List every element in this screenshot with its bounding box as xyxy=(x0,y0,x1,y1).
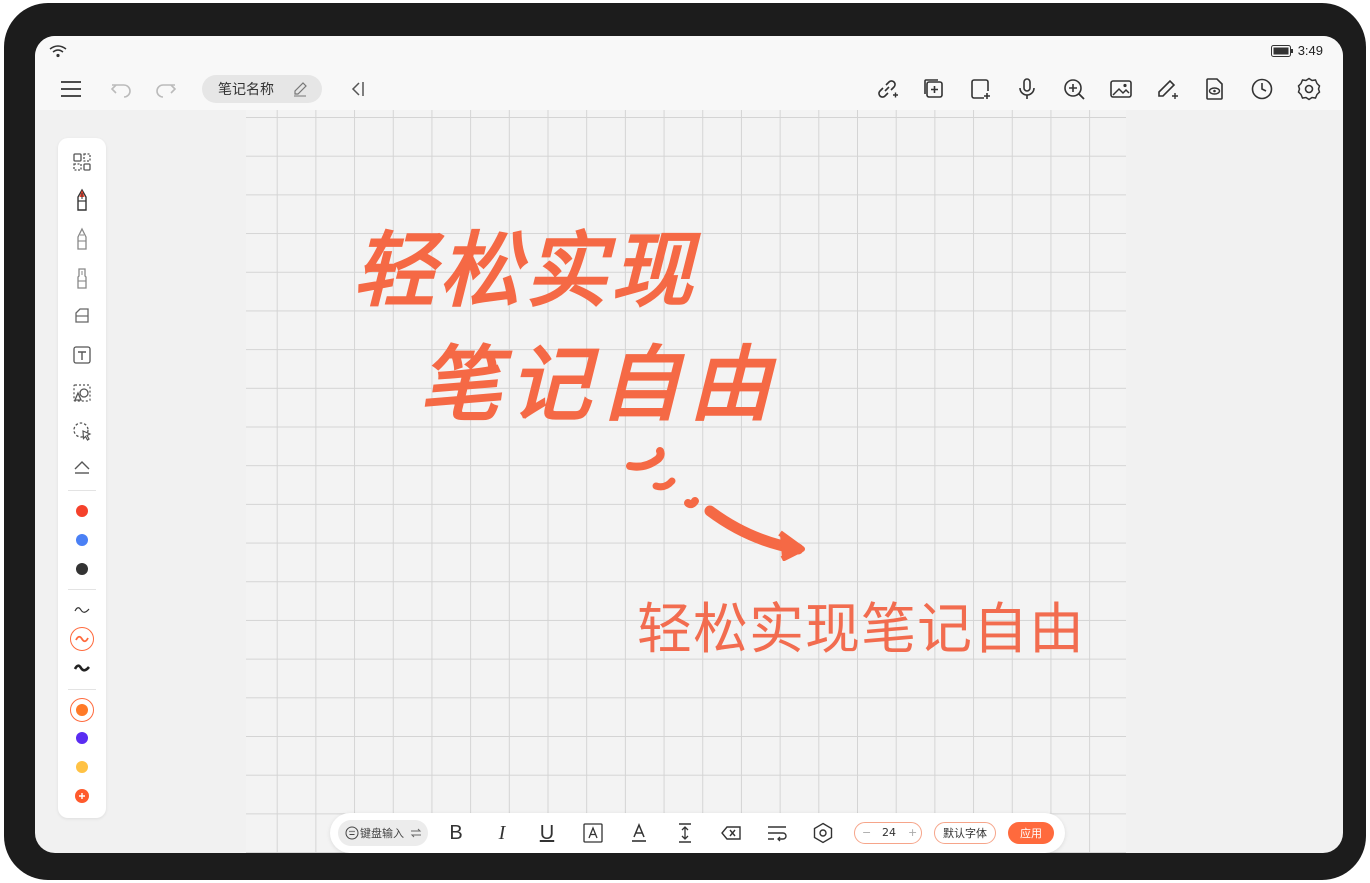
size-decrease-button[interactable]: − xyxy=(862,826,871,839)
line-height-icon[interactable] xyxy=(673,821,697,845)
settings-icon[interactable] xyxy=(1296,76,1322,102)
history-icon[interactable] xyxy=(1249,76,1275,102)
color-swatch-red[interactable] xyxy=(76,505,88,517)
image-icon[interactable] xyxy=(1108,76,1134,102)
font-size-stepper[interactable]: − 24 + xyxy=(854,822,922,844)
redo-icon[interactable] xyxy=(153,76,179,102)
note-title-field[interactable]: 笔记名称 xyxy=(202,75,322,103)
color-swatch-orange[interactable] xyxy=(76,704,88,716)
text-format-bar: 键盘输入 B I U − 24 + 默认字体 应用 xyxy=(330,813,1065,853)
text-background-icon[interactable] xyxy=(581,821,605,845)
apply-button[interactable]: 应用 xyxy=(1008,822,1054,844)
add-note-icon[interactable] xyxy=(968,76,994,102)
undo-icon[interactable] xyxy=(108,76,134,102)
text-box-icon[interactable] xyxy=(70,343,94,367)
layout-icon[interactable] xyxy=(70,150,94,174)
underline-button[interactable]: U xyxy=(535,821,559,845)
add-page-icon[interactable] xyxy=(921,76,947,102)
medium-stroke-icon[interactable] xyxy=(70,627,94,651)
color-swatch-purple[interactable] xyxy=(76,732,88,744)
clock: 3:49 xyxy=(1297,43,1323,58)
backspace-icon[interactable] xyxy=(719,821,743,845)
link-icon[interactable] xyxy=(874,76,900,102)
lasso-icon[interactable] xyxy=(70,419,94,443)
document-view-icon[interactable] xyxy=(1202,76,1228,102)
battery-icon xyxy=(1271,45,1293,57)
text-wrap-icon[interactable] xyxy=(765,821,789,845)
edit-pencil-icon xyxy=(294,82,307,97)
eraser-icon[interactable] xyxy=(70,304,94,328)
handwriting-line-1: 轻松实现 xyxy=(353,223,697,319)
italic-button[interactable]: I xyxy=(490,821,514,845)
handwriting-line-2: 笔记自由 xyxy=(419,337,779,433)
note-title: 笔记名称 xyxy=(218,82,274,98)
font-color-icon[interactable] xyxy=(627,821,651,845)
sidebar-divider xyxy=(68,490,96,491)
keyboard-icon xyxy=(345,826,359,840)
zoom-in-icon[interactable] xyxy=(1061,76,1087,102)
color-swatch-blue[interactable] xyxy=(76,534,88,546)
menu-icon[interactable] xyxy=(58,76,84,102)
tool-sidebar xyxy=(58,138,106,818)
swap-icon xyxy=(410,828,422,838)
font-family-label: 默认字体 xyxy=(943,827,987,840)
microphone-icon[interactable] xyxy=(1014,76,1040,102)
pencil-icon[interactable] xyxy=(70,227,94,251)
font-family-button[interactable]: 默认字体 xyxy=(934,822,996,844)
collapse-icon[interactable] xyxy=(345,76,371,102)
app-screen: 3:49 笔记名称 轻松实现 笔记自由 轻松实现笔记自由 键盘输入 B I U … xyxy=(35,36,1343,853)
thick-stroke-icon[interactable] xyxy=(70,656,94,680)
shape-icon[interactable] xyxy=(70,381,94,405)
hexagon-settings-icon[interactable] xyxy=(811,821,835,845)
tablet-frame: 3:49 笔记名称 轻松实现 笔记自由 轻松实现笔记自由 键盘输入 B I U … xyxy=(4,3,1366,880)
wifi-icon xyxy=(49,45,67,58)
fountain-pen-icon[interactable] xyxy=(70,188,94,212)
status-bar: 3:49 xyxy=(35,36,1343,70)
thin-stroke-icon[interactable] xyxy=(70,598,94,622)
keyboard-input-label: 键盘输入 xyxy=(360,827,404,840)
bold-button[interactable]: B xyxy=(444,821,468,845)
size-increase-button[interactable]: + xyxy=(908,826,917,839)
add-color-icon[interactable] xyxy=(75,789,89,803)
color-swatch-yellow[interactable] xyxy=(76,761,88,773)
color-swatch-black[interactable] xyxy=(76,563,88,575)
marker-icon[interactable] xyxy=(70,266,94,290)
typed-text: 轻松实现笔记自由 xyxy=(637,597,1086,661)
pen-plus-icon[interactable] xyxy=(1155,76,1181,102)
font-size-value: 24 xyxy=(882,826,896,839)
sidebar-divider xyxy=(68,589,96,590)
keyboard-input-button[interactable]: 键盘输入 xyxy=(338,820,428,846)
apply-label: 应用 xyxy=(1020,827,1042,840)
hand-drawn-arrow xyxy=(626,447,805,561)
sidebar-divider xyxy=(68,689,96,690)
collapse-up-icon[interactable] xyxy=(70,455,94,479)
top-toolbar: 笔记名称 xyxy=(35,70,1343,110)
